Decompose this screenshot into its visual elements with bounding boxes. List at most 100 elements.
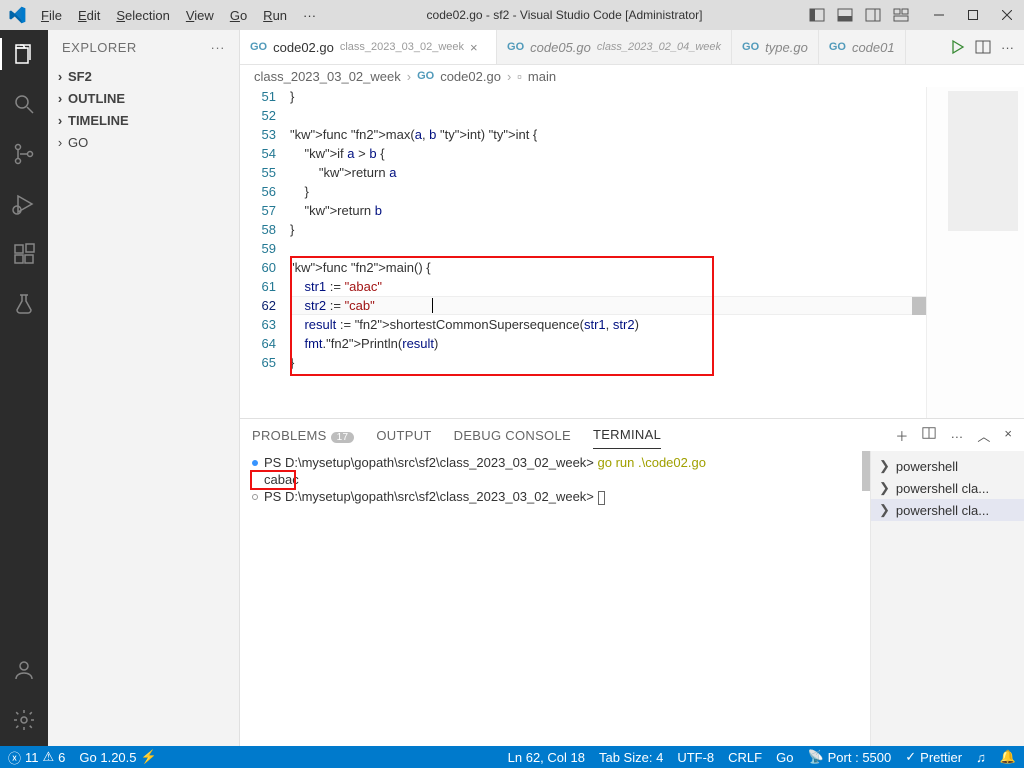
editor-group: GO code02.go class_2023_03_02_week × GO … (240, 30, 1024, 746)
tab-code01[interactable]: GO code01 (819, 30, 906, 64)
terminal-tab-icon: ❯ (879, 480, 890, 496)
terminal-result: cabac (264, 472, 299, 487)
status-tab-size[interactable]: Tab Size: 4 (599, 749, 663, 765)
sidebar-section-timeline[interactable]: ›TIMELINE (48, 109, 239, 131)
split-terminal-icon[interactable] (922, 426, 936, 445)
status-bar: ⓧ 11 ⚠ 6 Go 1.20.5 ⚡ Ln 62, Col 18 Tab S… (0, 746, 1024, 768)
tab-typego[interactable]: GO type.go (732, 30, 819, 64)
maximize-button[interactable] (956, 0, 990, 30)
tab-code05[interactable]: GO code05.go class_2023_02_04_week (497, 30, 732, 64)
menu-run[interactable]: Run (256, 4, 294, 27)
status-cursor-pos[interactable]: Ln 62, Col 18 (508, 749, 585, 765)
search-icon[interactable] (0, 88, 48, 120)
terminal-item[interactable]: ❯powershell (871, 455, 1024, 477)
extensions-icon[interactable] (0, 238, 48, 270)
breadcrumb[interactable]: class_2023_03_02_week › GO code02.go › ▫… (240, 65, 1024, 87)
close-button[interactable] (990, 0, 1024, 30)
terminal-scrollbar[interactable] (862, 451, 870, 491)
status-language[interactable]: Go (776, 749, 793, 765)
status-bell-icon[interactable]: 🔔 (1000, 749, 1016, 765)
panel-maximize-icon[interactable]: ︿ (977, 426, 990, 445)
window-title: code02.go - sf2 - Visual Studio Code [Ad… (323, 8, 806, 22)
go-file-icon: GO (829, 41, 846, 53)
new-terminal-icon[interactable]: ＋ (895, 426, 908, 445)
status-errors[interactable]: ⓧ 11 ⚠ 6 (8, 748, 65, 767)
menu-view[interactable]: View (179, 4, 221, 27)
menu-file[interactable]: File (34, 4, 69, 27)
text-cursor (432, 298, 433, 313)
terminal-output[interactable]: PS D:\mysetup\gopath\src\sf2\class_2023_… (240, 451, 870, 746)
status-go-version[interactable]: Go 1.20.5 ⚡ (79, 749, 156, 765)
breadcrumb-seg[interactable]: main (528, 69, 556, 84)
sidebar-section-go[interactable]: ›GO (48, 131, 239, 153)
status-prettier[interactable]: ✓ Prettier (905, 749, 962, 765)
menu-edit[interactable]: Edit (71, 4, 107, 27)
tab-label: type.go (765, 40, 808, 55)
tab-code02[interactable]: GO code02.go class_2023_03_02_week × (240, 30, 497, 64)
panel-bottom-icon[interactable] (834, 4, 856, 26)
bottom-panel: PROBLEMS17 OUTPUT DEBUG CONSOLE TERMINAL… (240, 418, 1024, 746)
run-icon[interactable] (949, 39, 965, 55)
terminal-item[interactable]: ❯powershell cla... (871, 477, 1024, 499)
explorer-more-icon[interactable]: ··· (211, 40, 226, 55)
source-control-icon[interactable] (0, 138, 48, 170)
symbol-icon: ▫ (517, 69, 522, 84)
tab-path: class_2023_02_04_week (597, 41, 721, 53)
explorer-title: EXPLORER (62, 40, 137, 55)
terminal-marker-icon (252, 494, 258, 500)
tab-label: code02.go (273, 40, 334, 55)
go-file-icon: GO (742, 41, 759, 53)
tab-path: class_2023_03_02_week (340, 41, 464, 53)
panel-left-icon[interactable] (806, 4, 828, 26)
split-editor-icon[interactable] (975, 39, 991, 55)
code-content[interactable]: }"kw">func "fn2">max(a, b "ty">int) "ty"… (290, 87, 926, 418)
terminal-list: ❯powershell ❯powershell cla... ❯powershe… (870, 451, 1024, 746)
current-line-highlight (290, 296, 926, 315)
scrollbar-thumb[interactable] (912, 297, 926, 315)
layout-icon[interactable] (890, 4, 912, 26)
panel-right-icon[interactable] (862, 4, 884, 26)
testing-icon[interactable] (0, 288, 48, 320)
tab-label: code05.go (530, 40, 591, 55)
code-editor[interactable]: 515253545556575859606162636465 }"kw">fun… (240, 87, 926, 418)
panel-more-icon[interactable]: … (950, 426, 963, 445)
status-encoding[interactable]: UTF-8 (677, 749, 714, 765)
panel-tab-terminal[interactable]: TERMINAL (593, 421, 661, 449)
tab-bar: GO code02.go class_2023_03_02_week × GO … (240, 30, 1024, 65)
menu-selection[interactable]: Selection (109, 4, 176, 27)
account-icon[interactable] (0, 654, 48, 686)
settings-icon[interactable] (0, 704, 48, 736)
minimap[interactable] (926, 87, 1024, 418)
debug-icon[interactable] (0, 188, 48, 220)
menu-bar: File Edit Selection View Go Run ··· (34, 4, 323, 27)
vscode-icon (0, 6, 34, 24)
status-eol[interactable]: CRLF (728, 749, 762, 765)
status-feedback-icon[interactable]: ♫ (976, 749, 986, 765)
panel-close-icon[interactable]: × (1004, 426, 1012, 445)
status-port[interactable]: 📡 Port : 5500 (807, 749, 891, 765)
panel-tab-output[interactable]: OUTPUT (376, 422, 431, 449)
terminal-marker-icon (252, 460, 258, 466)
go-file-icon: GO (417, 70, 434, 82)
breadcrumb-seg[interactable]: code02.go (440, 69, 501, 84)
breadcrumb-seg[interactable]: class_2023_03_02_week (254, 69, 401, 84)
sidebar-section-sf2[interactable]: ›SF2 (48, 65, 239, 87)
go-file-icon: GO (507, 41, 524, 53)
activity-bar (0, 30, 48, 746)
terminal-item[interactable]: ❯powershell cla... (871, 499, 1024, 521)
tab-close-icon[interactable]: × (470, 40, 486, 55)
panel-tab-problems[interactable]: PROBLEMS17 (252, 422, 354, 449)
menu-go[interactable]: Go (223, 4, 254, 27)
explorer-icon[interactable] (0, 38, 48, 70)
tab-label: code01 (852, 40, 895, 55)
terminal-tab-icon: ❯ (879, 502, 890, 518)
menu-more[interactable]: ··· (296, 4, 323, 27)
title-bar: File Edit Selection View Go Run ··· code… (0, 0, 1024, 30)
go-file-icon: GO (250, 41, 267, 53)
minimize-button[interactable] (922, 0, 956, 30)
panel-tab-debug[interactable]: DEBUG CONSOLE (454, 422, 571, 449)
tab-more-icon[interactable]: ··· (1001, 40, 1014, 55)
line-numbers: 515253545556575859606162636465 (240, 87, 290, 418)
sidebar-section-outline[interactable]: ›OUTLINE (48, 87, 239, 109)
explorer-sidebar: EXPLORER ··· ›SF2 ›OUTLINE ›TIMELINE ›GO (48, 30, 240, 746)
